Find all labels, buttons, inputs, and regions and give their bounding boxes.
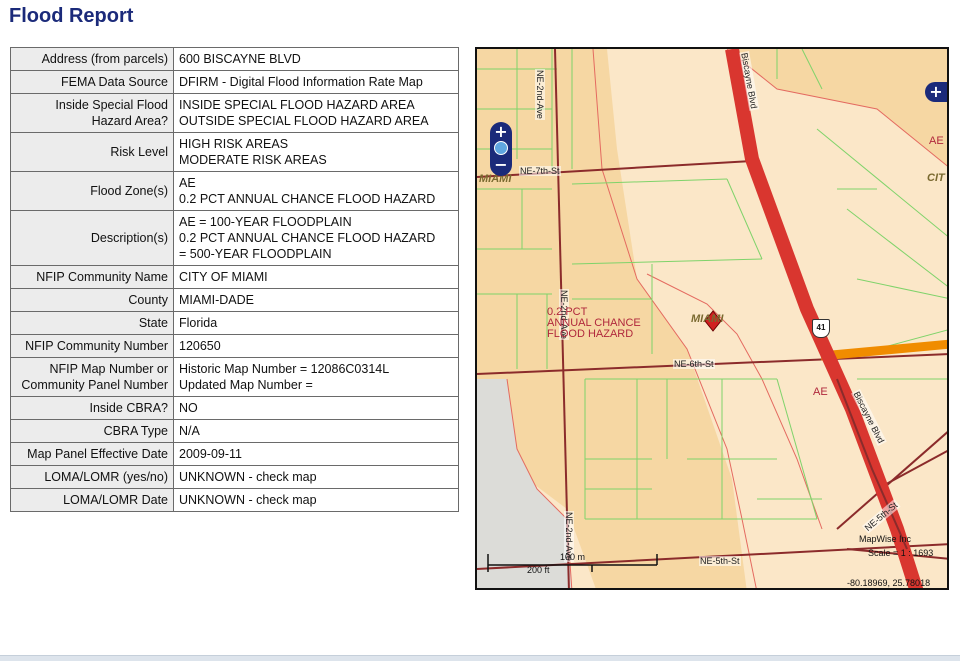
row-value-line: MIAMI-DADE	[179, 293, 254, 307]
row-label: State	[10, 311, 174, 335]
flood-report-table: Address (from parcels) 600 BISCAYNE BLVD F…	[10, 47, 459, 512]
row-value: Historic Map Number = 12086C0314L Updated…	[173, 357, 459, 397]
street-label-ne-2nd-ave-top: NE-2nd-Ave	[535, 69, 545, 120]
report-row: Risk Level HIGH RISK AREAS MODERATE RISK A…	[10, 132, 459, 172]
row-value: N/A	[173, 419, 459, 443]
row-label: FEMA Data Source	[10, 70, 174, 94]
row-value-line: OUTSIDE SPECIAL FLOOD HAZARD AREA	[179, 114, 429, 128]
row-value-line: UNKNOWN - check map	[179, 493, 317, 507]
row-value-line: DFIRM - Digital Flood Information Rate M…	[179, 75, 423, 89]
zone-label-pct: 0.2 PCT ANNUAL CHANCE FLOOD HAZARD	[547, 307, 641, 340]
scale-bar-meters: 100 m	[560, 552, 586, 562]
globe-icon[interactable]	[494, 141, 508, 155]
zoom-out-button[interactable]: −	[492, 156, 510, 174]
row-label: Description(s)	[10, 210, 174, 266]
report-row: NFIP Map Number or Community Panel Numbe…	[10, 357, 459, 397]
report-row: State Florida	[10, 311, 459, 335]
row-label: CBRA Type	[10, 419, 174, 443]
street-label-ne-7th-st: NE-7th-St	[519, 166, 561, 176]
row-value: Florida	[173, 311, 459, 335]
row-value-line: Historic Map Number = 12086C0314L	[179, 362, 390, 376]
row-value: 120650	[173, 334, 459, 358]
row-label: Inside Special Flood Hazard Area?	[10, 93, 174, 133]
zoom-in-button[interactable]: +	[492, 123, 510, 141]
row-value-line: 600 BISCAYNE BLVD	[179, 52, 301, 66]
street-label-ne-6th-st: NE-6th-St	[673, 359, 715, 369]
row-label: Risk Level	[10, 132, 174, 172]
row-value-line: NO	[179, 401, 198, 415]
row-value-line: INSIDE SPECIAL FLOOD HAZARD AREA	[179, 98, 415, 112]
row-value: AE = 100-YEAR FLOODPLAIN 0.2 PCT ANNUAL C…	[173, 210, 459, 266]
row-label: Address (from parcels)	[10, 47, 174, 71]
us-route-shield-icon: 41	[812, 319, 830, 338]
report-row: NFIP Community Name CITY OF MIAMI	[10, 265, 459, 289]
row-value-line: AE = 100-YEAR FLOODPLAIN	[179, 215, 352, 229]
row-value-line: CITY OF MIAMI	[179, 270, 268, 284]
flood-map[interactable]: NE-2nd-Ave Biscayne Blvd NE-7th-St NE-2n…	[475, 47, 949, 590]
report-row: Flood Zone(s) AE 0.2 PCT ANNUAL CHANCE FLO…	[10, 171, 459, 211]
row-value: HIGH RISK AREAS MODERATE RISK AREAS	[173, 132, 459, 172]
row-value: UNKNOWN - check map	[173, 488, 459, 512]
report-row: LOMA/LOMR (yes/no) UNKNOWN - check map	[10, 465, 459, 489]
map-scale-text: Scale = 1 : 1693	[868, 548, 934, 558]
row-value-line: Updated Map Number =	[179, 378, 313, 392]
report-row: Inside CBRA? NO	[10, 396, 459, 420]
row-value-line: AE	[179, 176, 196, 190]
row-value: UNKNOWN - check map	[173, 465, 459, 489]
row-value-line: 0.2 PCT ANNUAL CHANCE FLOOD HAZARD	[179, 192, 436, 206]
city-label-center: MIAMI	[691, 313, 724, 325]
row-label: County	[10, 288, 174, 312]
street-label-ne-5th-st-bottom: NE-5th-St	[699, 556, 741, 566]
report-row: Inside Special Flood Hazard Area? INSIDE …	[10, 93, 459, 133]
page-title: Flood Report	[9, 5, 134, 27]
row-value: NO	[173, 396, 459, 420]
zoom-control: + −	[490, 122, 512, 176]
report-row: Address (from parcels) 600 BISCAYNE BLVD	[10, 47, 459, 71]
row-value: MIAMI-DADE	[173, 288, 459, 312]
row-value: 600 BISCAYNE BLVD	[173, 47, 459, 71]
row-label: NFIP Map Number or Community Panel Numbe…	[10, 357, 174, 397]
report-row: CBRA Type N/A	[10, 419, 459, 443]
row-value: INSIDE SPECIAL FLOOD HAZARD AREA OUTSIDE …	[173, 93, 459, 133]
scale-bar-feet: 200 ft	[527, 565, 550, 575]
row-label: NFIP Community Name	[10, 265, 174, 289]
report-row: FEMA Data Source DFIRM - Digital Flood In…	[10, 70, 459, 94]
row-label: Map Panel Effective Date	[10, 442, 174, 466]
row-value: CITY OF MIAMI	[173, 265, 459, 289]
report-row: County MIAMI-DADE	[10, 288, 459, 312]
map-attribution: MapWise Inc	[859, 534, 912, 544]
row-value-line: N/A	[179, 424, 200, 438]
report-row: LOMA/LOMR Date UNKNOWN - check map	[10, 488, 459, 512]
city-label-right: CIT	[927, 172, 945, 184]
row-value: AE 0.2 PCT ANNUAL CHANCE FLOOD HAZARD	[173, 171, 459, 211]
bottom-border	[0, 655, 960, 661]
zone-label-pct-line: FLOOD HAZARD	[547, 328, 634, 340]
report-row: Description(s) AE = 100-YEAR FLOODPLAIN 0.…	[10, 210, 459, 266]
row-label: Inside CBRA?	[10, 396, 174, 420]
row-value-line: UNKNOWN - check map	[179, 470, 317, 484]
row-value: DFIRM - Digital Flood Information Rate M…	[173, 70, 459, 94]
row-value-line: = 500-YEAR FLOODPLAIN	[179, 247, 332, 261]
row-label: NFIP Community Number	[10, 334, 174, 358]
row-label: Flood Zone(s)	[10, 171, 174, 211]
row-label: LOMA/LOMR (yes/no)	[10, 465, 174, 489]
row-value-line: Florida	[179, 316, 218, 330]
map-coordinates: -80.18969, 25.78018	[847, 578, 931, 588]
row-value-line: 120650	[179, 339, 221, 353]
row-value-line: MODERATE RISK AREAS	[179, 153, 327, 167]
zone-label-ae-top: AE	[929, 135, 944, 147]
zone-label-ae-mid: AE	[813, 386, 828, 398]
row-value-line: 0.2 PCT ANNUAL CHANCE FLOOD HAZARD	[179, 231, 436, 245]
expand-panel-button[interactable]: +	[925, 82, 947, 102]
row-value-line: 2009-09-11	[179, 447, 243, 461]
row-label: LOMA/LOMR Date	[10, 488, 174, 512]
report-row: Map Panel Effective Date 2009-09-11	[10, 442, 459, 466]
report-row: NFIP Community Number 120650	[10, 334, 459, 358]
row-value: 2009-09-11	[173, 442, 459, 466]
row-value-line: HIGH RISK AREAS	[179, 137, 289, 151]
